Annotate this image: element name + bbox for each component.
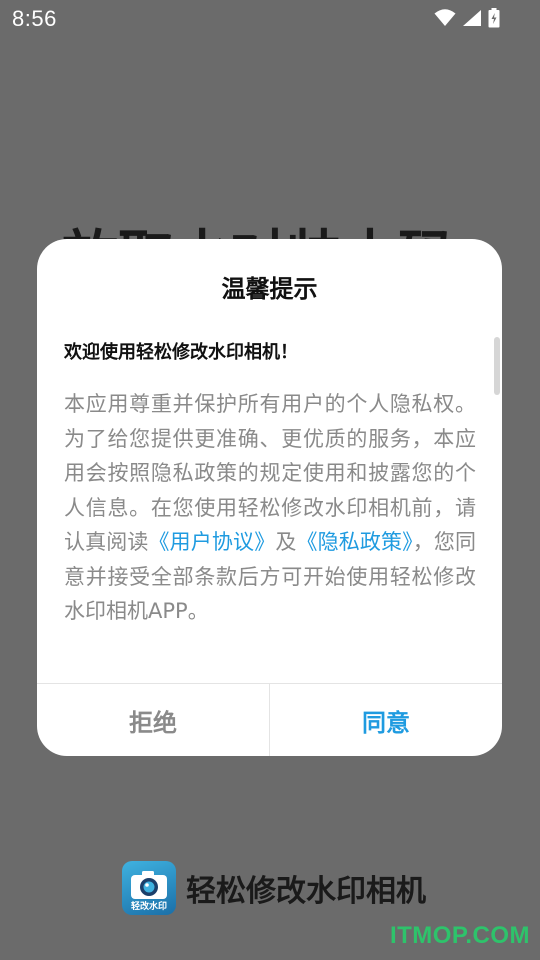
privacy-policy-link[interactable]: 《隐私政策》 xyxy=(296,530,412,554)
brand-footer: 轻改水印 轻松修改水印相机 xyxy=(122,860,426,916)
dialog-body[interactable]: 欢迎使用轻松修改水印相机！ 本应用尊重并保护所有用户的个人隐私权。为了给您提供更… xyxy=(64,335,476,678)
wifi-icon xyxy=(434,9,456,27)
status-time: 8:56 xyxy=(12,6,57,31)
camera-app-icon: 轻改水印 xyxy=(122,861,176,915)
dialog-title: 温馨提示 xyxy=(221,275,318,303)
app-icon-label: 轻改水印 xyxy=(130,902,167,912)
status-bar: 8:56 xyxy=(0,0,540,40)
signal-icon xyxy=(462,9,482,27)
app-name: 轻松修改水印相机 xyxy=(186,874,426,909)
terms-text: 本应用尊重并保护所有用户的个人隐私权。为了给您提供更准确、更优质的服务，本应用会… xyxy=(64,387,476,629)
site-watermark: ITMOP.COM xyxy=(389,922,530,949)
reject-button[interactable]: 拒绝 xyxy=(37,684,269,756)
agree-button[interactable]: 同意 xyxy=(270,684,502,756)
dialog-scrollbar[interactable] xyxy=(494,337,500,395)
status-icons xyxy=(434,8,500,28)
battery-icon xyxy=(488,8,500,28)
privacy-dialog: 温馨提示 欢迎使用轻松修改水印相机！ 本应用尊重并保护所有用户的个人隐私权。为了… xyxy=(37,239,502,756)
user-agreement-link[interactable]: 《用户协议》 xyxy=(149,530,276,554)
welcome-text: 欢迎使用轻松修改水印相机！ xyxy=(64,342,298,363)
terms-and: 及 xyxy=(275,530,297,554)
